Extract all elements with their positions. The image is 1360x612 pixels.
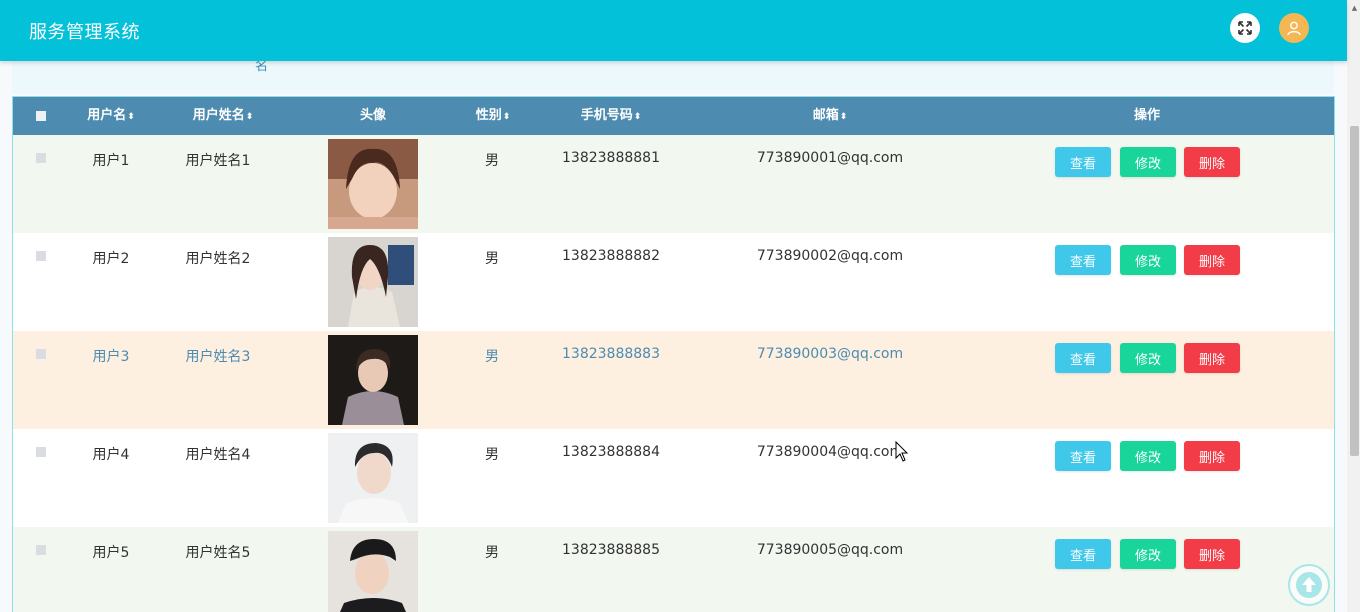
cell-email: 773890001@qq.com <box>756 150 904 166</box>
user-icon <box>1287 21 1301 36</box>
cell-email: 773890002@qq.com <box>756 248 904 264</box>
row-checkbox[interactable] <box>36 545 46 555</box>
header-username[interactable]: 用户名⬍ <box>71 97 151 135</box>
header-phone-label: 手机号码 <box>580 108 633 123</box>
edit-button[interactable]: 修改 <box>1120 245 1176 275</box>
cell-email: 773890003@qq.com <box>756 346 904 362</box>
header-gender-label: 性别 <box>475 108 502 123</box>
view-button[interactable]: 查看 <box>1055 441 1111 471</box>
sort-icon: ⬍ <box>245 112 254 122</box>
edit-button[interactable]: 修改 <box>1120 441 1176 471</box>
cell-phone: 13823888884 <box>562 444 660 460</box>
table-row[interactable]: 用户5 用户姓名5 男 13823888885 773890005@qq.com… <box>13 527 1334 612</box>
header-avatar-label: 头像 <box>359 108 386 123</box>
cell-gender: 男 <box>485 349 499 365</box>
table-row[interactable]: 用户2 用户姓名2 男 13823888882 773890002@qq.com… <box>13 233 1334 331</box>
table-row[interactable]: 用户3 用户姓名3 男 13823888883 773890003@qq.com… <box>13 331 1334 429</box>
header-phone[interactable]: 手机号码⬍ <box>561 97 661 135</box>
cell-gender: 男 <box>485 447 499 463</box>
cell-fullname: 用户姓名2 <box>185 251 251 267</box>
fullscreen-button[interactable] <box>1230 13 1260 43</box>
table-row[interactable]: 用户1 用户姓名1 男 13823888881 773890001@qq.com… <box>13 135 1334 233</box>
cell-username: 用户4 <box>92 447 130 463</box>
delete-button[interactable]: 删除 <box>1184 539 1240 569</box>
sort-icon: ⬍ <box>127 112 135 122</box>
user-table: 用户名⬍ 用户姓名⬍ 头像 性别⬍ 手机号码⬍ 邮箱⬍ 操作 用户1 用户姓名1 <box>12 96 1335 612</box>
delete-button[interactable]: 删除 <box>1184 147 1240 177</box>
view-button[interactable]: 查看 <box>1055 539 1111 569</box>
cell-fullname: 用户姓名4 <box>185 447 251 463</box>
cell-phone: 13823888883 <box>562 346 660 362</box>
user-menu-button[interactable] <box>1279 13 1309 43</box>
cell-fullname: 用户姓名5 <box>185 545 251 561</box>
view-button[interactable]: 查看 <box>1055 147 1111 177</box>
app-title: 服务管理系统 <box>29 22 140 43</box>
edit-button[interactable]: 修改 <box>1120 343 1176 373</box>
cell-email: 773890004@qq.com <box>756 444 904 460</box>
avatar <box>328 335 418 425</box>
cell-fullname: 用户姓名3 <box>185 349 251 365</box>
row-checkbox[interactable] <box>36 251 46 261</box>
header-actions: 操作 <box>1107 97 1187 135</box>
cell-gender: 男 <box>485 251 499 267</box>
header-gender[interactable]: 性别⬍ <box>453 97 533 135</box>
cell-fullname: 用户姓名1 <box>185 153 251 169</box>
row-checkbox[interactable] <box>36 447 46 457</box>
sort-icon: ⬍ <box>502 112 511 122</box>
cell-email: 773890005@qq.com <box>756 542 904 558</box>
delete-button[interactable]: 删除 <box>1184 245 1240 275</box>
row-checkbox[interactable] <box>36 349 46 359</box>
sort-icon: ⬍ <box>839 112 848 122</box>
header-fullname[interactable]: 用户姓名⬍ <box>173 97 273 135</box>
avatar <box>328 237 418 327</box>
cell-username: 用户3 <box>92 349 130 365</box>
avatar <box>328 139 418 229</box>
cell-gender: 男 <box>485 545 499 561</box>
header-actions-label: 操作 <box>1133 108 1160 123</box>
back-to-top-button[interactable] <box>1288 564 1330 606</box>
mouse-cursor-icon <box>895 441 909 462</box>
scrollbar-thumb[interactable] <box>1350 126 1359 456</box>
select-all-checkbox[interactable] <box>36 111 46 121</box>
scroll-up-arrow-icon[interactable]: ▲ <box>1349 0 1360 17</box>
avatar <box>328 433 418 523</box>
arrow-up-icon <box>1296 572 1322 598</box>
delete-button[interactable]: 删除 <box>1184 441 1240 471</box>
edit-button[interactable]: 修改 <box>1120 539 1176 569</box>
view-button[interactable]: 查看 <box>1055 343 1111 373</box>
avatar <box>328 531 418 612</box>
cell-phone: 13823888885 <box>562 542 660 558</box>
header-email[interactable]: 邮箱⬍ <box>780 97 880 135</box>
header-email-label: 邮箱 <box>812 108 839 123</box>
fullscreen-icon <box>1238 21 1252 35</box>
cell-username: 用户1 <box>92 153 130 169</box>
delete-button[interactable]: 删除 <box>1184 343 1240 373</box>
header-username-label: 用户名 <box>87 108 127 123</box>
header-avatar: 头像 <box>328 97 418 135</box>
cell-phone: 13823888881 <box>562 150 660 166</box>
view-button[interactable]: 查看 <box>1055 245 1111 275</box>
search-area: 名 <box>12 59 1334 94</box>
cell-phone: 13823888882 <box>562 248 660 264</box>
cell-gender: 男 <box>485 153 499 169</box>
cell-username: 用户5 <box>92 545 130 561</box>
header-fullname-label: 用户姓名 <box>192 108 245 123</box>
table-header: 用户名⬍ 用户姓名⬍ 头像 性别⬍ 手机号码⬍ 邮箱⬍ 操作 <box>13 97 1334 135</box>
cell-username: 用户2 <box>92 251 130 267</box>
table-row[interactable]: 用户4 用户姓名4 男 13823888884 773890004@qq.com… <box>13 429 1334 527</box>
sort-icon: ⬍ <box>633 112 642 122</box>
row-checkbox[interactable] <box>36 153 46 163</box>
edit-button[interactable]: 修改 <box>1120 147 1176 177</box>
top-bar: 服务管理系统 <box>0 0 1347 61</box>
